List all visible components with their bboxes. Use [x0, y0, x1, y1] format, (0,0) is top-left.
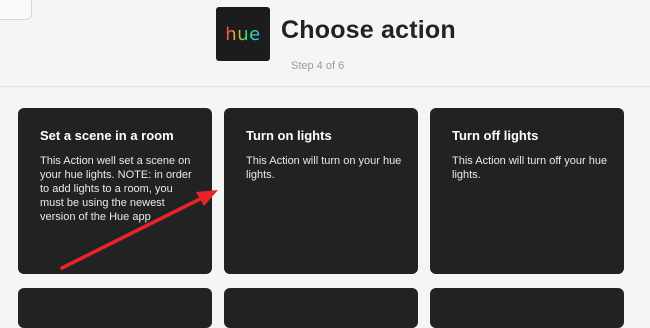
action-card-turn-on[interactable]: Turn on lights This Action will turn on …: [224, 108, 418, 274]
action-card-title: Turn on lights: [246, 128, 332, 143]
header-divider: [0, 86, 650, 87]
back-button-frame[interactable]: [0, 0, 32, 20]
step-indicator: Step 4 of 6: [291, 60, 345, 72]
hue-logo: hue: [216, 7, 270, 61]
action-card-turn-off[interactable]: Turn off lights This Action will turn of…: [430, 108, 624, 274]
action-card-title: Turn off lights: [452, 128, 539, 143]
action-card-title: Set a scene in a room: [40, 128, 174, 143]
hue-logo-text: hue: [225, 23, 261, 45]
page-title: Choose action: [281, 16, 456, 44]
action-card-set-scene[interactable]: Set a scene in a room This Action well s…: [18, 108, 212, 274]
action-card-partial[interactable]: [224, 288, 418, 328]
action-card-partial[interactable]: [18, 288, 212, 328]
action-card-partial[interactable]: [430, 288, 624, 328]
action-card-description: This Action will turn off your hue light…: [452, 155, 608, 181]
action-card-description: This Action will turn on your hue lights…: [246, 155, 402, 181]
action-card-description: This Action well set a scene on your hue…: [40, 155, 192, 223]
